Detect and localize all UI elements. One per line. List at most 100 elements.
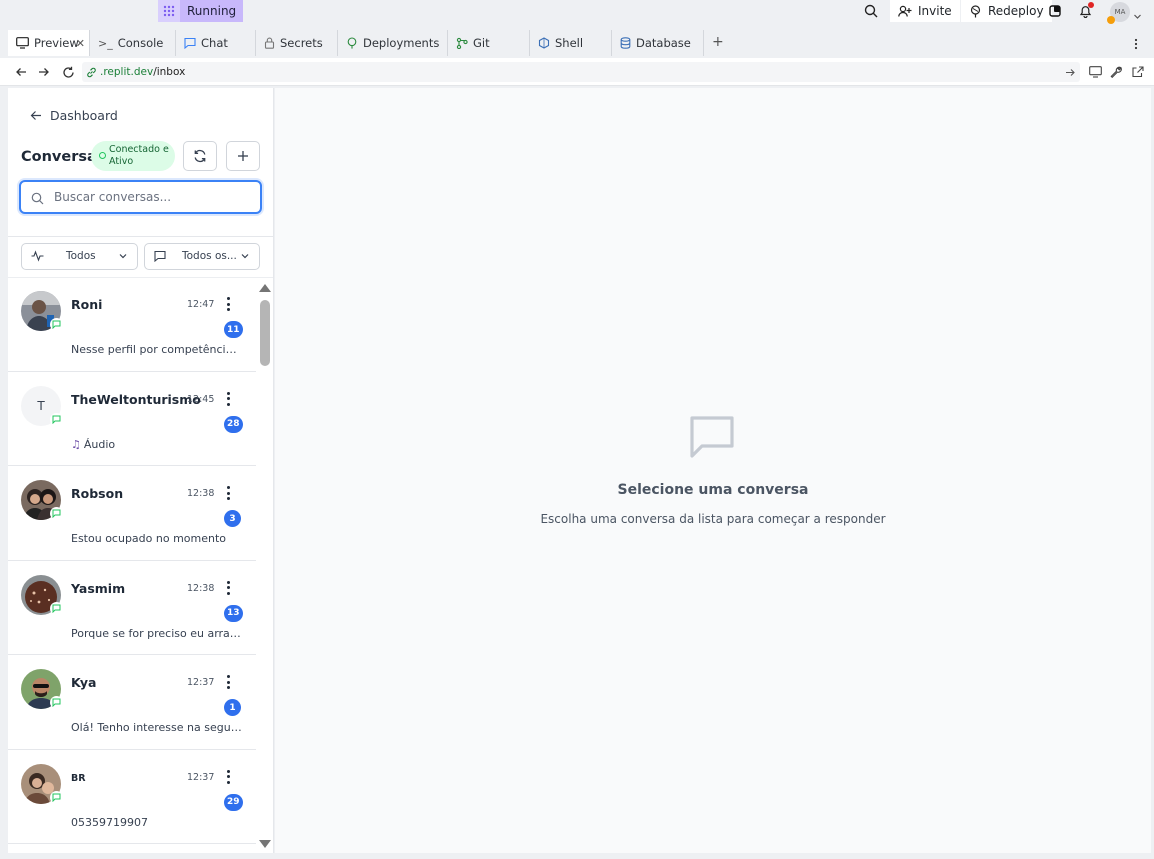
add-user-icon bbox=[898, 5, 912, 17]
back-to-dashboard-link[interactable]: Dashboard bbox=[30, 108, 118, 123]
go-arrow-icon[interactable] bbox=[1065, 65, 1076, 85]
devtools-wrench-icon[interactable] bbox=[1108, 64, 1124, 80]
message-preview-text: Áudio bbox=[83, 437, 116, 451]
notifications-bell-icon[interactable] bbox=[1076, 2, 1094, 20]
whatsapp-channel-icon bbox=[50, 790, 63, 804]
more-options-icon[interactable] bbox=[225, 769, 231, 784]
scroll-down-arrow-icon[interactable] bbox=[259, 840, 271, 848]
back-label: Dashboard bbox=[50, 108, 118, 123]
url-field[interactable]: .replit.dev/inbox bbox=[82, 62, 1080, 82]
more-options-icon[interactable] bbox=[225, 391, 231, 406]
more-options-icon[interactable] bbox=[225, 486, 231, 500]
conversation-item[interactable]: BR 12:37 29 05359719907 bbox=[8, 750, 256, 844]
message-preview: Estou ocupado no momento bbox=[71, 532, 227, 545]
tab-label: Database bbox=[636, 36, 691, 50]
message-preview: Porque se for preciso eu arranj... bbox=[71, 626, 243, 640]
unread-count-badge: 3 bbox=[224, 510, 241, 527]
run-status-button[interactable]: Running bbox=[180, 0, 244, 22]
device-preview-icon[interactable] bbox=[1087, 64, 1103, 80]
conversation-item[interactable]: T TheWeltonturismo 12:45 28 ♫ Áudio bbox=[8, 372, 256, 466]
lock-icon bbox=[264, 37, 275, 49]
refresh-button[interactable] bbox=[183, 141, 217, 171]
grid-icon[interactable] bbox=[158, 0, 180, 22]
conversations-sidebar: Dashboard Conversas Conectado e Ativo To… bbox=[8, 88, 274, 853]
unread-count-badge: 1 bbox=[224, 699, 241, 716]
invite-button[interactable]: Invite bbox=[890, 0, 960, 22]
search-input[interactable] bbox=[54, 188, 254, 206]
chevron-down-icon bbox=[240, 251, 250, 264]
music-note-icon: ♫ bbox=[71, 437, 81, 451]
back-arrow-icon[interactable] bbox=[13, 64, 29, 80]
message-time: 12:47 bbox=[187, 299, 215, 310]
whatsapp-channel-icon bbox=[50, 696, 63, 709]
status-filter-label: Todos bbox=[66, 250, 96, 262]
more-options-icon[interactable] bbox=[225, 580, 231, 595]
tab-secrets[interactable]: Secrets bbox=[256, 30, 338, 56]
message-time: 12:38 bbox=[187, 582, 215, 594]
tab-chat[interactable]: Chat bbox=[176, 30, 256, 56]
conversation-item[interactable]: Kya 12:37 1 Olá! Tenho interesse na segu… bbox=[8, 655, 256, 750]
contact-name: TheWeltonturismo bbox=[71, 391, 201, 407]
tab-label: Git bbox=[473, 36, 490, 50]
contact-name: Roni bbox=[71, 297, 103, 312]
deploy-icon bbox=[347, 37, 357, 49]
message-time: 12:37 bbox=[187, 677, 215, 688]
message-preview: ♫ Áudio bbox=[71, 438, 243, 451]
close-icon[interactable]: ✕ bbox=[76, 37, 85, 50]
conversation-item[interactable]: Roni 12:47 11 Nesse perfil por competênc… bbox=[8, 277, 256, 372]
empty-state-subtitle: Escolha uma conversa da lista para começ… bbox=[540, 512, 886, 526]
scroll-up-arrow-icon[interactable] bbox=[259, 284, 271, 292]
tab-bar: Preview ✕ >_ Console Chat Secrets Deploy… bbox=[0, 30, 1154, 56]
tab-shell[interactable]: Shell bbox=[530, 30, 612, 56]
unread-count-badge: 11 bbox=[224, 321, 243, 338]
tab-label: Preview bbox=[34, 36, 79, 50]
search-icon[interactable] bbox=[862, 2, 880, 20]
unread-count-badge: 28 bbox=[224, 415, 243, 433]
more-options-icon[interactable] bbox=[225, 675, 231, 689]
conversation-item[interactable]: Robson 12:38 3 Estou ocupado no momento bbox=[8, 466, 256, 561]
more-vertical-icon[interactable] bbox=[1134, 35, 1138, 54]
scrollbar-thumb[interactable] bbox=[260, 300, 270, 366]
empty-state-title: Selecione uma conversa bbox=[617, 482, 809, 498]
tab-git[interactable]: Git bbox=[448, 30, 530, 56]
search-conversations-box bbox=[19, 180, 262, 214]
url-path: /inbox bbox=[153, 66, 186, 78]
chevron-down-icon[interactable] bbox=[1133, 6, 1142, 25]
message-preview: Olá! Tenho interesse na segund... bbox=[71, 721, 243, 734]
conversation-list-scrollbar[interactable] bbox=[258, 282, 272, 850]
monitor-icon bbox=[16, 37, 29, 49]
user-avatar[interactable]: MA bbox=[1107, 2, 1130, 24]
tab-database[interactable]: Database bbox=[612, 30, 704, 56]
plus-icon bbox=[238, 151, 248, 161]
reload-icon[interactable] bbox=[60, 64, 76, 80]
activity-icon bbox=[31, 250, 44, 265]
avatar-initial: T bbox=[37, 398, 45, 413]
external-link-icon[interactable] bbox=[1130, 64, 1146, 80]
status-filter-select[interactable]: Todos bbox=[21, 243, 138, 270]
tab-deployments[interactable]: Deployments bbox=[338, 30, 448, 56]
redeploy-button[interactable]: Redeploy bbox=[961, 0, 1052, 22]
tab-console[interactable]: >_ Console bbox=[90, 30, 176, 56]
message-time: 12:38 bbox=[187, 488, 215, 499]
message-preview: 05359719907 bbox=[71, 815, 148, 829]
more-options-icon[interactable] bbox=[225, 297, 231, 311]
redeploy-label: Redeploy bbox=[988, 4, 1044, 18]
channel-filter-select[interactable]: Todos os... bbox=[144, 243, 260, 270]
new-conversation-button[interactable] bbox=[226, 141, 260, 171]
contact-name: Robson bbox=[71, 486, 124, 501]
tab-label: Shell bbox=[555, 36, 584, 50]
add-tab-button[interactable]: + bbox=[712, 34, 724, 50]
status-dot-icon bbox=[99, 152, 106, 159]
top-bar: Running Invite Redeploy MA bbox=[0, 0, 1154, 28]
unread-count-badge: 29 bbox=[224, 793, 243, 811]
tab-preview[interactable]: Preview ✕ bbox=[8, 30, 90, 56]
link-icon bbox=[87, 67, 96, 77]
message-square-icon bbox=[154, 250, 166, 265]
conversation-item[interactable]: Yasmim 12:38 13 Porque se for preciso eu… bbox=[8, 561, 256, 655]
status-badge: Conectado e Ativo bbox=[91, 141, 175, 171]
workspace-icon[interactable] bbox=[1046, 2, 1064, 20]
message-time: 12:37 bbox=[187, 771, 215, 783]
forward-arrow-icon[interactable] bbox=[36, 64, 52, 80]
git-icon bbox=[456, 37, 468, 49]
whatsapp-channel-icon bbox=[50, 412, 63, 426]
